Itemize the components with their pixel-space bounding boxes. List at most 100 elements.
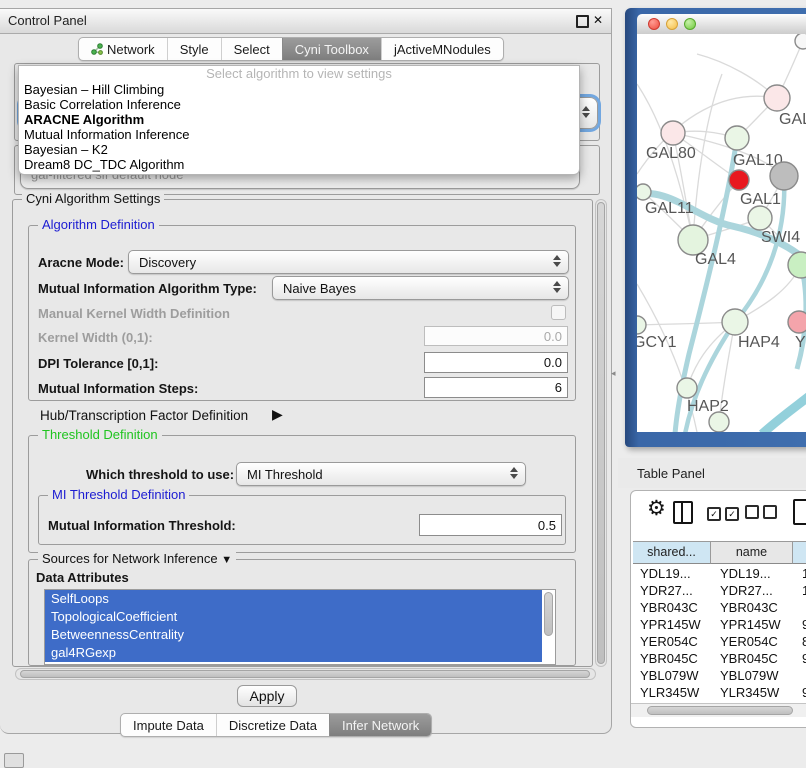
table-row[interactable]: YPR145WYPR145W9. (633, 616, 806, 633)
algorithm-option[interactable]: ARACNE Algorithm (19, 112, 579, 127)
aracne-mode-label: Aracne Mode: (38, 255, 124, 270)
network-node[interactable] (764, 85, 790, 111)
table-cell: YBR045C (713, 650, 795, 667)
deselect-all-icon[interactable] (745, 505, 781, 522)
close-window-icon[interactable] (648, 18, 660, 30)
mi-steps-input[interactable] (424, 377, 568, 398)
data-attribute-item[interactable]: TopologicalCoefficient (45, 608, 542, 626)
collapse-icon[interactable]: ▼ (221, 554, 232, 566)
network-node[interactable] (770, 162, 798, 190)
network-view-window: GAL2GAL80GAL10GAL1GAL11SWI4GAL4GCY1HAP4Y… (625, 8, 806, 447)
column-header-shared[interactable]: shared... (633, 541, 711, 564)
mi-threshold-input[interactable] (419, 514, 562, 536)
combo-value: Discovery (139, 255, 196, 270)
vscrollbar-thumb[interactable] (597, 202, 605, 664)
table-row[interactable]: YDR27...YDR27...12 (633, 582, 806, 599)
table-row[interactable]: YLR345WYLR345W9. (633, 684, 806, 701)
table-cell: YDR27... (633, 582, 713, 599)
tab-impute-data[interactable]: Impute Data (121, 714, 216, 736)
table-row[interactable]: YBL079WYBL079W (633, 667, 806, 684)
close-icon[interactable]: ✕ (593, 13, 603, 27)
network-node[interactable] (637, 184, 651, 200)
node-label: GAL80 (646, 145, 696, 162)
network-canvas[interactable]: GAL2GAL80GAL10GAL1GAL11SWI4GAL4GCY1HAP4Y… (637, 34, 806, 432)
network-node[interactable] (725, 126, 749, 150)
manual-kernel-width-checkbox[interactable] (551, 305, 566, 320)
network-view-titlebar (637, 14, 806, 35)
settings-vscrollbar[interactable] (595, 199, 607, 667)
combo-arrows-icon (553, 281, 561, 293)
minimized-panel-icon[interactable] (4, 753, 24, 768)
node-label: SWI4 (761, 229, 800, 246)
network-node[interactable] (729, 170, 749, 190)
table-row[interactable]: YDL19...YDL19...13 (633, 565, 806, 582)
node-label: GCY1 (637, 334, 677, 351)
network-node[interactable] (722, 309, 748, 335)
hub-expander-label[interactable]: Hub/Transcription Factor Definition (40, 408, 248, 423)
network-icon (91, 43, 103, 55)
data-attribute-item[interactable]: SelfLoops (45, 590, 542, 608)
tab-style[interactable]: Style (167, 38, 221, 60)
combo-value: Naive Bayes (283, 281, 356, 296)
data-attribute-item[interactable]: BetweennessCentrality (45, 626, 542, 644)
table-row[interactable]: YER054CYER054C8. (633, 633, 806, 650)
zoom-window-icon[interactable] (684, 18, 696, 30)
which-threshold-select[interactable]: MI Threshold (236, 462, 526, 486)
algorithm-option[interactable]: Bayesian – Hill Climbing (19, 82, 579, 97)
list-vscrollbar-thumb[interactable] (544, 592, 553, 636)
table-hscrollbar[interactable] (631, 703, 806, 717)
expand-icon[interactable]: ▶ (272, 406, 283, 423)
aracne-mode-select[interactable]: Discovery (128, 250, 569, 274)
float-panel-icon[interactable] (576, 15, 589, 28)
tab-label: Discretize Data (229, 718, 317, 733)
tab-label: Infer Network (342, 718, 419, 733)
select-all-icon[interactable]: ✓✓ (707, 505, 743, 521)
table-panel-titlebar: Table Panel (618, 458, 806, 488)
tab-network[interactable]: Network (79, 38, 167, 60)
mi-algorithm-type-select[interactable]: Naive Bayes (272, 276, 569, 300)
algorithm-option[interactable]: Basic Correlation Inference (19, 97, 579, 112)
network-node[interactable] (709, 412, 729, 432)
network-node[interactable] (677, 378, 697, 398)
algorithm-option[interactable]: Mutual Information Inference (19, 127, 579, 142)
sources-title[interactable]: Sources for Network Inference ▼ (38, 551, 236, 566)
table-row[interactable]: YBR045CYBR045C9. (633, 650, 806, 667)
dpi-tolerance-input[interactable] (424, 352, 568, 373)
mi-steps-label: Mutual Information Steps: (38, 381, 198, 396)
tab-cyni-toolbox[interactable]: Cyni Toolbox (282, 38, 381, 60)
minimize-window-icon[interactable] (666, 18, 678, 30)
network-node[interactable] (661, 121, 685, 145)
table-icon[interactable] (793, 499, 806, 525)
splitter-grip[interactable]: ◂ (611, 368, 616, 379)
network-node[interactable] (788, 252, 806, 278)
tab-infer-network[interactable]: Infer Network (329, 714, 431, 736)
tab-select[interactable]: Select (221, 38, 282, 60)
network-node[interactable] (795, 34, 806, 49)
table-row[interactable]: YBR043CYBR043C (633, 599, 806, 616)
table-cell: YER054C (713, 633, 795, 650)
table-cell: 8. (795, 633, 806, 650)
algorithm-option[interactable]: Dream8 DC_TDC Algorithm (19, 157, 579, 172)
network-node[interactable] (748, 206, 772, 230)
column-header-name[interactable]: name (711, 541, 793, 564)
kernel-width-input[interactable] (424, 326, 568, 346)
table-hscrollbar-thumb[interactable] (647, 706, 793, 715)
combo-arrows-icon (582, 106, 590, 118)
settings-hscrollbar[interactable] (15, 668, 596, 680)
node-label: GAL4 (695, 251, 736, 268)
table-cell: YBR045C (633, 650, 713, 667)
hscrollbar-thumb[interactable] (20, 670, 590, 678)
split-columns-icon[interactable] (673, 501, 693, 524)
data-attribute-item[interactable]: gal4RGexp (45, 644, 542, 662)
apply-button[interactable]: Apply (237, 685, 297, 707)
tab-jactivemnodules[interactable]: jActiveMNodules (381, 38, 503, 60)
data-attributes-list[interactable]: SelfLoopsTopologicalCoefficientBetweenne… (44, 589, 556, 665)
column-header-a[interactable]: A (793, 541, 806, 564)
network-node[interactable] (788, 311, 806, 333)
network-node[interactable] (637, 316, 646, 334)
tab-discretize-data[interactable]: Discretize Data (216, 714, 329, 736)
gear-icon[interactable]: ⚙ (647, 496, 666, 521)
algorithm-option[interactable]: Bayesian – K2 (19, 142, 579, 157)
table-cell: YLR345W (713, 684, 795, 701)
table-panel-window: ⚙ ✓✓ shared... name A YDL19...YDL19...13… (630, 490, 806, 728)
